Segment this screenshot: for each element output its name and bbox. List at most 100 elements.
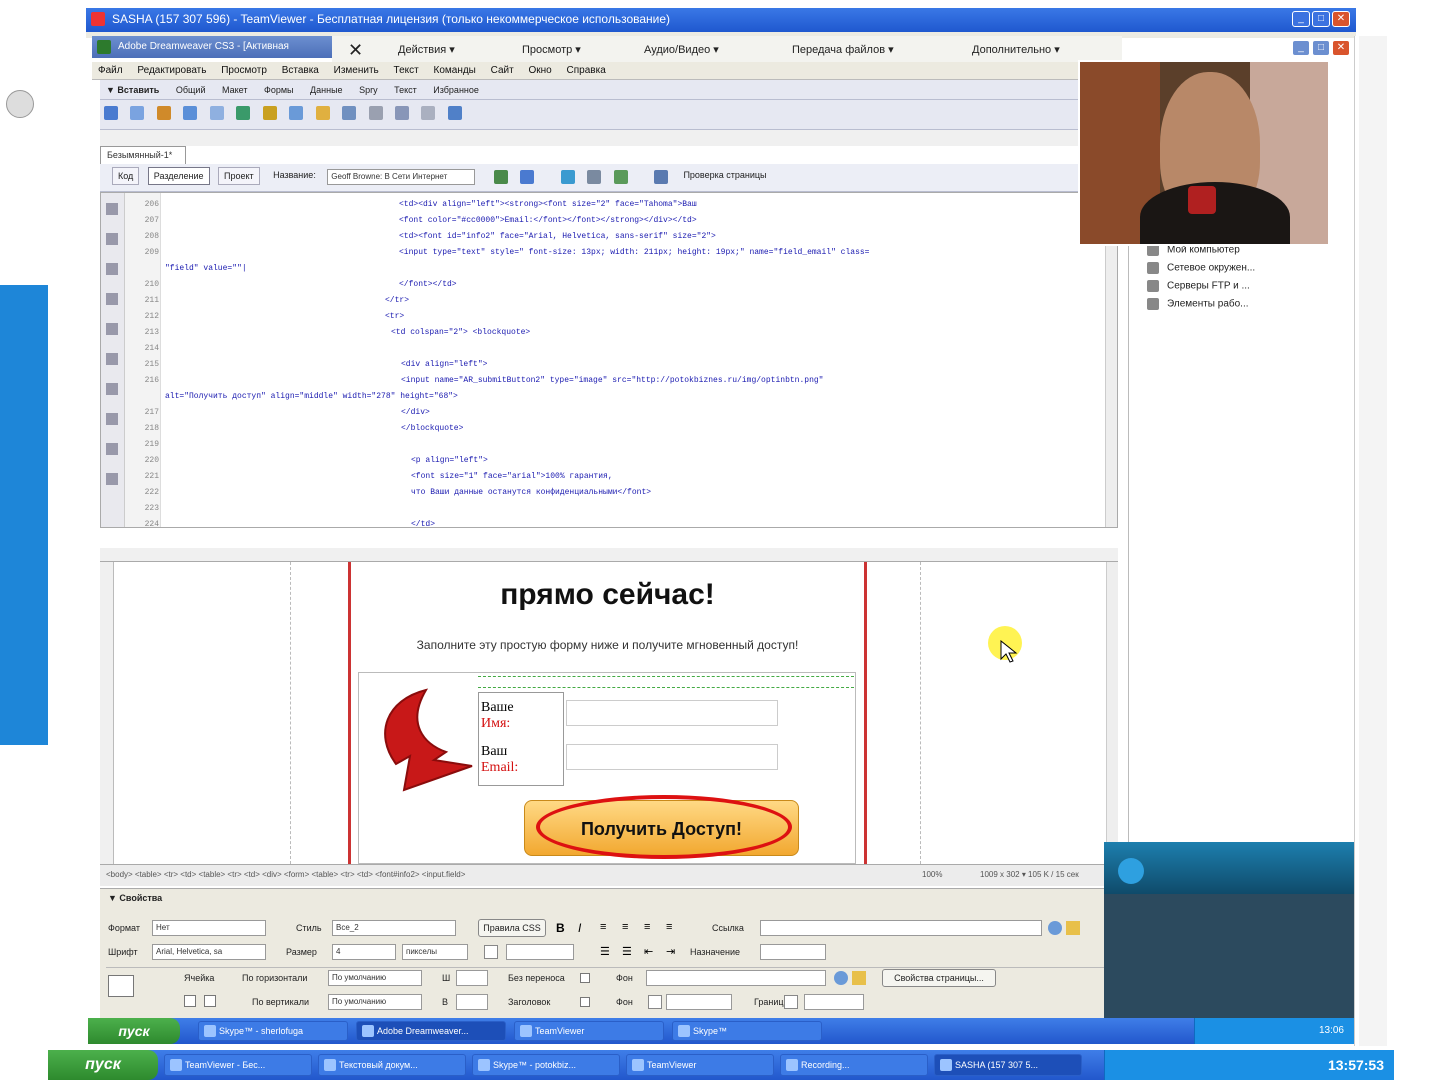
zoom-level[interactable]: 100% — [922, 865, 942, 885]
script-icon[interactable] — [368, 106, 383, 120]
collapse-icon[interactable] — [106, 233, 118, 245]
page-properties-button[interactable]: Свойства страницы... — [882, 969, 996, 987]
tree-item-ftp-servers[interactable]: Серверы FTP и ... — [1147, 280, 1250, 292]
tree-item-desktop-items[interactable]: Элементы рабо... — [1147, 298, 1249, 310]
style-select[interactable]: Все_2 — [332, 920, 456, 936]
open-documents-icon[interactable] — [106, 203, 118, 215]
remote-start-button[interactable]: пуск — [88, 1018, 180, 1044]
line-numbers-icon[interactable] — [106, 293, 118, 305]
dw-minimize-button[interactable]: _ — [1292, 40, 1310, 56]
indent-icon[interactable] — [106, 413, 118, 425]
bg-image-input[interactable] — [646, 970, 826, 986]
close-button[interactable]: ✕ — [1332, 11, 1350, 27]
code-view-button[interactable]: Код — [112, 167, 140, 185]
insert-category-spry[interactable]: Spry — [359, 85, 378, 95]
menu-window[interactable]: Окно — [529, 65, 552, 76]
menu-text[interactable]: Текст — [394, 65, 419, 76]
menu-file[interactable]: Файл — [98, 65, 123, 76]
extras-menu[interactable]: Дополнительно ▾ — [972, 38, 1060, 62]
align-left-icon[interactable]: ≡ — [600, 921, 606, 933]
size-select[interactable]: 4 — [332, 944, 396, 960]
comment-code-icon[interactable] — [106, 383, 118, 395]
tree-item-network[interactable]: Сетевое окружен... — [1147, 262, 1255, 274]
bold-icon[interactable]: B — [556, 921, 565, 935]
indent-text-icon[interactable]: ⇥ — [666, 945, 675, 958]
dw-close-button[interactable]: ✕ — [1332, 40, 1350, 56]
target-select[interactable] — [760, 944, 826, 960]
menu-commands[interactable]: Команды — [434, 65, 476, 76]
check-page-button[interactable]: Проверка страницы — [678, 167, 771, 183]
media-icon[interactable] — [262, 106, 277, 120]
bg-point-to-file-icon[interactable] — [834, 971, 848, 985]
link-input[interactable] — [760, 920, 1042, 936]
local-task-recording[interactable]: Recording... — [780, 1054, 928, 1076]
menu-insert[interactable]: Вставка — [282, 65, 319, 76]
code-view-pane[interactable]: 206 207 208 209 210 211 212 213 214 215 … — [100, 192, 1118, 528]
email-link-icon[interactable] — [130, 106, 145, 120]
border-color-input[interactable] — [804, 994, 864, 1010]
word-wrap-icon[interactable] — [106, 353, 118, 365]
local-task-text-document[interactable]: Текстовый докум... — [318, 1054, 466, 1076]
font-select[interactable]: Arial, Helvetica, sa — [152, 944, 266, 960]
merge-cells-icon[interactable] — [184, 995, 196, 1007]
vert-align-select[interactable]: По умолчанию — [328, 994, 422, 1010]
design-scrollbar[interactable] — [1106, 562, 1118, 864]
date-icon[interactable] — [289, 106, 304, 120]
menu-site[interactable]: Сайт — [491, 65, 514, 76]
file-transfer-menu[interactable]: Передача файлов ▾ — [792, 38, 894, 62]
remote-task-skype-2[interactable]: Skype™ — [672, 1021, 822, 1041]
insert-category-forms[interactable]: Формы — [264, 85, 294, 95]
insert-category-favorites[interactable]: Избранное — [433, 85, 479, 95]
justify-icon[interactable]: ≡ — [666, 921, 672, 933]
file-management-icon[interactable] — [493, 170, 508, 184]
properties-header[interactable]: ▼ Свойства — [108, 893, 162, 903]
ordered-list-icon[interactable]: ☰ — [622, 945, 632, 958]
bg-color-input[interactable] — [666, 994, 732, 1010]
menu-modify[interactable]: Изменить — [334, 65, 379, 76]
color-swatch-icon[interactable] — [484, 945, 498, 959]
anchor-icon[interactable] — [156, 106, 171, 120]
bg-color-swatch-icon[interactable] — [648, 995, 662, 1009]
remote-task-skype[interactable]: Skype™ - sherlofuga — [198, 1021, 348, 1041]
name-input[interactable] — [566, 700, 778, 726]
visual-aids-icon[interactable] — [613, 170, 628, 184]
preview-browser-icon[interactable] — [520, 170, 535, 184]
outdent-text-icon[interactable]: ⇤ — [644, 945, 653, 958]
height-input[interactable] — [456, 994, 488, 1010]
css-rules-button[interactable]: Правила CSS — [478, 919, 546, 937]
bg-browse-folder-icon[interactable] — [852, 971, 866, 985]
highlight-icon[interactable] — [106, 323, 118, 335]
table-icon[interactable] — [183, 106, 198, 120]
horz-align-select[interactable]: По умолчанию — [328, 970, 422, 986]
snippet-icon[interactable] — [447, 106, 462, 120]
tag-path[interactable]: <body> <table> <tr> <td> <table> <tr> <t… — [106, 870, 465, 879]
maximize-button[interactable]: □ — [1312, 11, 1330, 27]
view-options-icon[interactable] — [587, 170, 602, 184]
header-checkbox[interactable] — [580, 997, 590, 1007]
expand-icon[interactable] — [106, 263, 118, 275]
nowrap-checkbox[interactable] — [580, 973, 590, 983]
actions-menu[interactable]: Действия ▾ — [398, 38, 455, 62]
insert-category-common[interactable]: Общий — [176, 85, 206, 95]
menu-edit[interactable]: Редактировать — [137, 65, 206, 76]
remote-task-dreamweaver[interactable]: Adobe Dreamweaver... — [356, 1021, 506, 1041]
split-view-button[interactable]: Разделение — [147, 167, 210, 185]
design-view-button[interactable]: Проект — [217, 167, 260, 185]
size-unit-select[interactable]: пикселы — [402, 944, 468, 960]
minimize-button[interactable]: _ — [1292, 11, 1310, 27]
align-right-icon[interactable]: ≡ — [644, 921, 650, 933]
email-input[interactable] — [566, 744, 778, 770]
border-color-swatch-icon[interactable] — [784, 995, 798, 1009]
unordered-list-icon[interactable]: ☰ — [600, 945, 610, 958]
comment-icon[interactable] — [315, 106, 330, 120]
menu-view[interactable]: Просмотр — [221, 65, 267, 76]
align-center-icon[interactable]: ≡ — [622, 921, 628, 933]
local-start-button[interactable]: пуск — [48, 1050, 158, 1080]
format-source-icon[interactable] — [106, 473, 118, 485]
insert-category-data[interactable]: Данные — [310, 85, 343, 95]
insert-category-text[interactable]: Текст — [394, 85, 417, 95]
template-icon[interactable] — [394, 106, 409, 120]
page-title-input[interactable]: Geoff Browne: В Сети Интернет — [327, 169, 476, 185]
split-cell-icon[interactable] — [204, 995, 216, 1007]
document-tab[interactable]: Безымянный-1* — [100, 146, 186, 164]
